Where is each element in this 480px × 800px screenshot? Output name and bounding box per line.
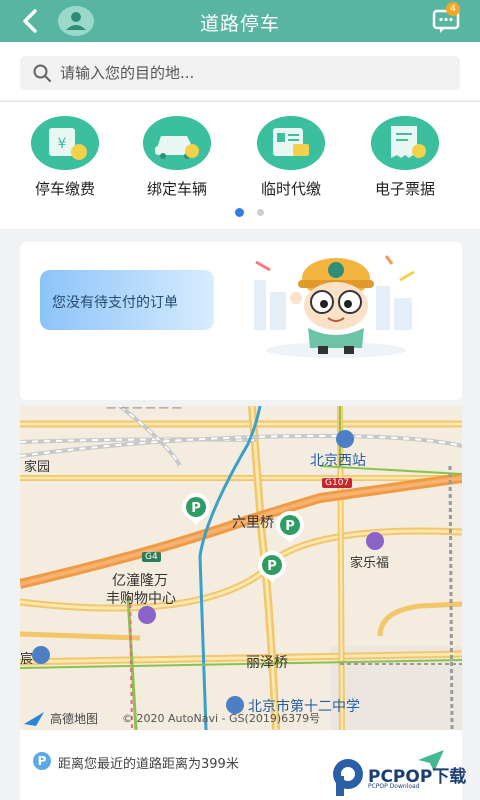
station-icon[interactable]	[336, 430, 354, 448]
watermark-subtext: PCPOP Download	[368, 783, 420, 790]
road-shield-g4: G4	[142, 552, 161, 562]
menu-item-parking-payment[interactable]: ¥ 停车缴费	[20, 116, 110, 198]
svg-text:P: P	[191, 501, 201, 516]
map-copyright: © 2020 AutoNavi - GS(2019)6379号	[122, 712, 321, 725]
map-roads	[20, 406, 462, 730]
menu-label: 绑定车辆	[146, 180, 207, 198]
parking-pin[interactable]: P	[180, 492, 212, 526]
menu-item-proxy-payment[interactable]: 临时代缴	[246, 116, 336, 198]
amap-logo-icon	[24, 712, 44, 726]
parking-payment-icon: ¥	[31, 116, 99, 170]
map-label-jialefu: 家乐福	[350, 556, 390, 571]
pager-dot-active[interactable]	[235, 208, 244, 217]
menu-item-bind-vehicle[interactable]: 绑定车辆	[132, 116, 222, 198]
parking-pin[interactable]: P	[256, 550, 288, 584]
parking-p-icon: P	[33, 752, 51, 770]
no-order-message: 您没有待支付的订单	[52, 295, 178, 311]
proxy-payment-icon	[257, 116, 325, 170]
search-placeholder: 请输入您的目的地...	[60, 64, 195, 82]
menu-label: 停车缴费	[34, 180, 95, 198]
road-shield-g107: G107	[322, 478, 353, 488]
menu-item-e-receipt[interactable]: 电子票据	[360, 116, 450, 198]
map-label-left-edge: 宸	[20, 652, 34, 667]
page-title: 道路停车	[199, 13, 280, 35]
map-label-top-partial: 一 一 一 一 一 一	[106, 406, 182, 415]
nearest-distance-text: 距离您最近的道路距离为399米	[58, 757, 239, 772]
map-view[interactable]: 家园 宸 一 一 一 一 一 一 北京西站 G107 G4 六里桥 家乐福 亿潼…	[20, 406, 462, 730]
shopping-icon[interactable]	[366, 532, 384, 550]
mall-icon[interactable]	[138, 606, 156, 624]
map-label-liulitang: 六里桥	[232, 515, 274, 531]
message-badge: 4	[446, 2, 460, 16]
menu-label: 临时代缴	[260, 180, 321, 198]
menu-label: 电子票据	[374, 180, 435, 198]
pager-dot[interactable]	[257, 209, 264, 216]
svg-text:¥: ¥	[58, 136, 67, 152]
parking-pin[interactable]: P	[274, 510, 306, 544]
search-icon	[33, 64, 52, 83]
map-brand: 高德地图	[50, 712, 99, 726]
map-label-feng-shopping: 丰购物中心	[106, 591, 176, 607]
map-label-yitong: 亿潼隆万	[112, 573, 168, 589]
building-icon[interactable]	[32, 646, 50, 664]
mascot-illustration	[254, 255, 415, 358]
map-label-jiayuan: 家园	[24, 460, 51, 475]
map-label-lizeqiao: 丽泽桥	[246, 655, 288, 671]
svg-text:P: P	[285, 519, 295, 534]
e-receipt-icon	[371, 116, 439, 170]
svg-text:P: P	[267, 559, 277, 574]
map-label-beijing-west: 北京西站	[310, 453, 366, 469]
bind-vehicle-icon	[143, 116, 211, 170]
